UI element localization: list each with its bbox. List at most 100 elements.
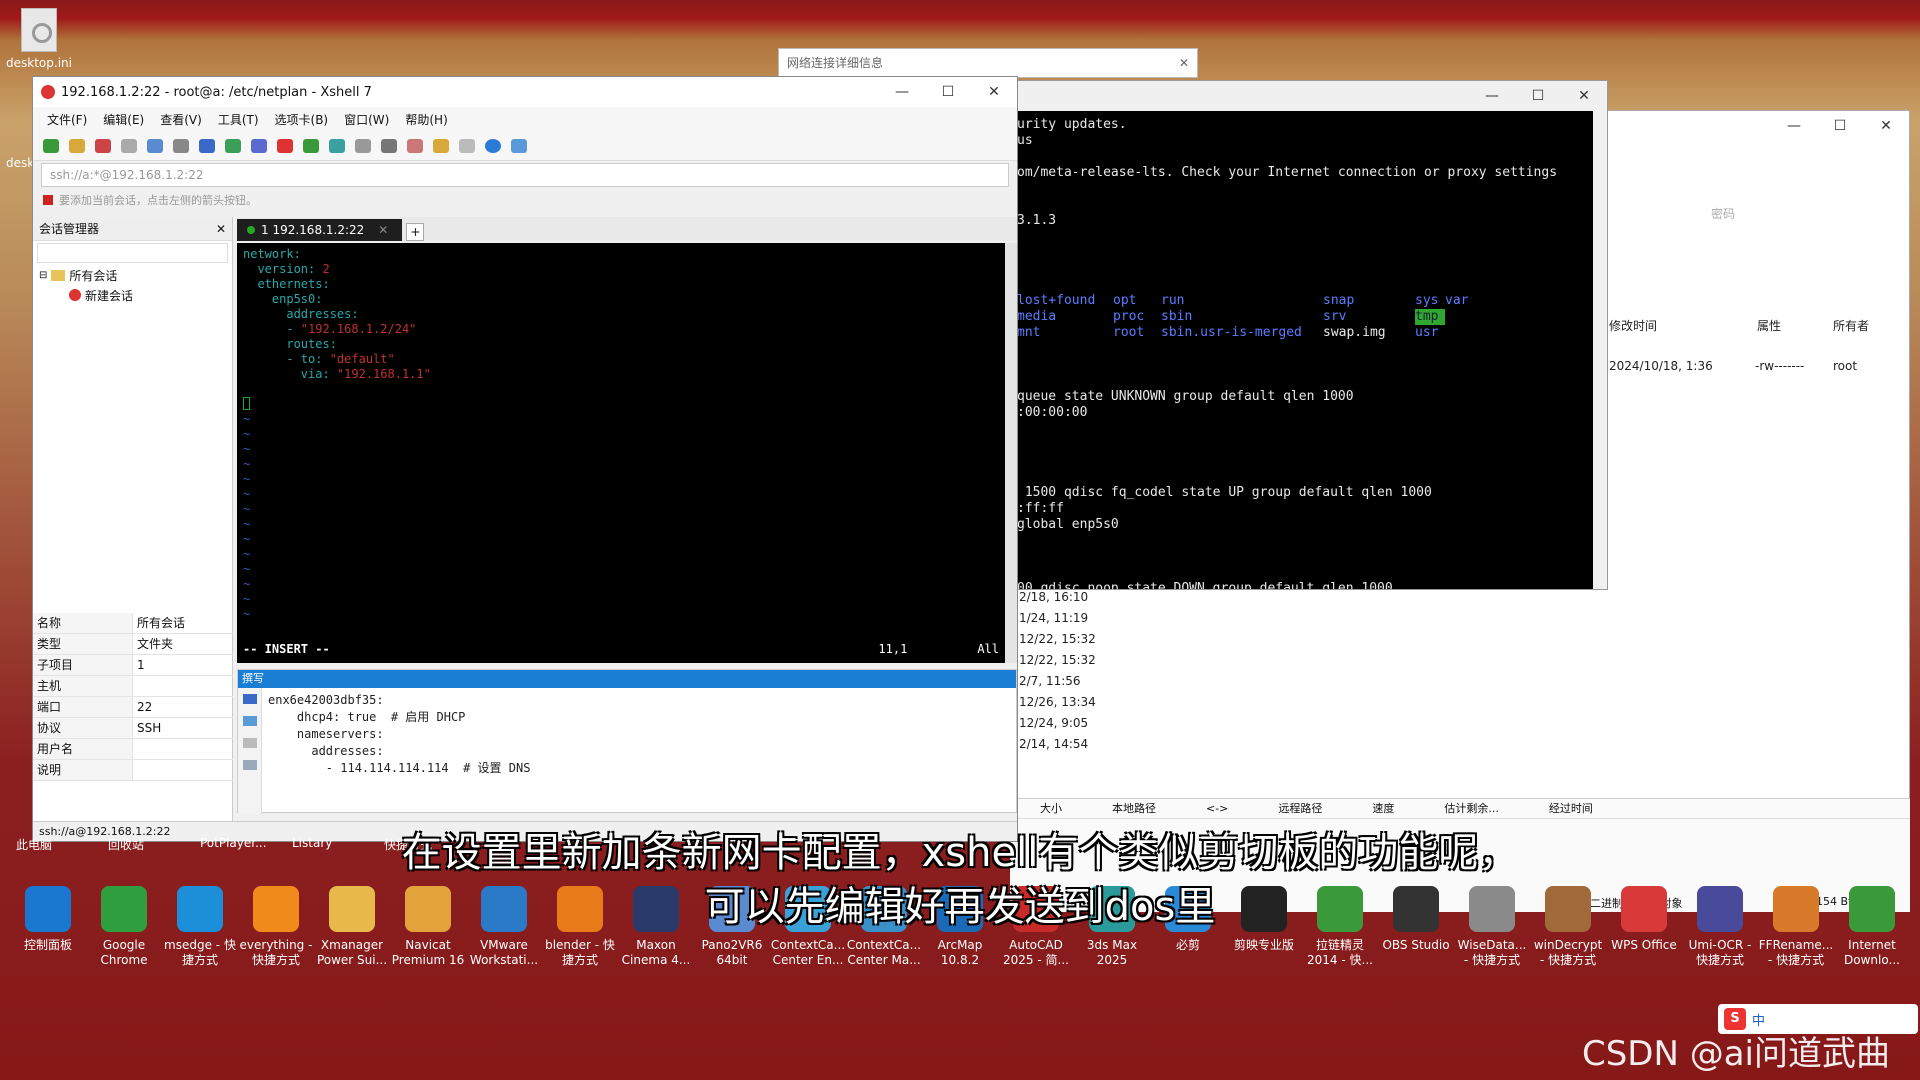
maximize-button[interactable]: ☐ bbox=[1515, 81, 1561, 111]
terminal-line: network: bbox=[243, 247, 301, 261]
help-icon[interactable] bbox=[485, 138, 501, 153]
transfer-icon[interactable] bbox=[303, 138, 319, 153]
undo-icon[interactable] bbox=[242, 716, 257, 726]
minimize-button[interactable]: — bbox=[879, 77, 925, 107]
menu-help[interactable]: 帮助(H) bbox=[405, 111, 447, 128]
session-search-input[interactable] bbox=[37, 243, 228, 263]
menu-tabs[interactable]: 选项卡(B) bbox=[275, 111, 329, 128]
session-manager-header: 会话管理器 ✕ bbox=[33, 217, 232, 241]
dir-entry: mnt bbox=[1017, 325, 1041, 340]
xftp-icon[interactable] bbox=[277, 138, 293, 153]
dir-entry: swap.img bbox=[1323, 325, 1386, 340]
tab-bar: 1 192.168.1.2:22 ✕ + bbox=[237, 217, 1017, 241]
window-title: 192.168.1.2:22 - root@a: /etc/netplan - … bbox=[61, 84, 372, 100]
layout-icon[interactable] bbox=[433, 138, 449, 153]
dir-entry: root bbox=[1113, 325, 1145, 340]
terminal-screen[interactable]: network: version: 2 ethernets: enp5s0: a… bbox=[237, 243, 1005, 663]
col-owner[interactable]: 所有者 bbox=[1833, 317, 1869, 334]
dir-listing-row: lost+found opt run snap sys var bbox=[1017, 293, 1589, 309]
terminal-line: 1500 qdisc fq_codel state UP group defau… bbox=[1017, 485, 1432, 500]
cursor-position: 11,1 bbox=[878, 642, 908, 656]
empty-line: ~ bbox=[243, 562, 251, 576]
redo-icon[interactable] bbox=[242, 738, 257, 748]
list-item[interactable]: 2/18, 16:10 bbox=[1019, 587, 1139, 608]
terminal-output[interactable]: urity updates. us om/meta-release-lts. Ch… bbox=[1011, 111, 1595, 589]
list-item[interactable]: 2/7, 11:56 bbox=[1019, 671, 1139, 692]
history-icon[interactable] bbox=[242, 760, 257, 770]
dir-entry: sbin bbox=[1161, 309, 1193, 324]
desktop-ini-icon[interactable]: desktop.ini bbox=[4, 8, 74, 70]
lock-icon[interactable] bbox=[355, 138, 371, 153]
open-folder-icon[interactable] bbox=[69, 138, 85, 153]
bookmark-icon[interactable] bbox=[43, 195, 53, 205]
empty-line: ~ bbox=[243, 427, 251, 441]
tree-new-session[interactable]: 新建会话 bbox=[33, 285, 232, 305]
col-modified[interactable]: 修改时间 bbox=[1609, 317, 1657, 334]
menu-bar: 文件(F) 编辑(E) 查看(V) 工具(T) 选项卡(B) 窗口(W) 帮助(… bbox=[33, 107, 1017, 131]
table-row: 名称 所有会话 bbox=[33, 613, 233, 634]
list-item[interactable]: 1/24, 11:19 bbox=[1019, 608, 1139, 629]
disconnect-icon[interactable] bbox=[95, 138, 111, 153]
empty-line: ~ bbox=[243, 412, 251, 426]
compose-editor[interactable]: enx6e42003dbf35: dhcp4: true # 启用 DHCP n… bbox=[268, 692, 530, 777]
list-item[interactable]: 12/24, 9:05 bbox=[1019, 713, 1139, 734]
scrollbar[interactable] bbox=[1593, 111, 1607, 589]
menu-edit[interactable]: 编辑(E) bbox=[103, 111, 144, 128]
list-item[interactable]: 12/22, 15:32 bbox=[1019, 650, 1139, 671]
empty-line: ~ bbox=[243, 592, 251, 606]
send-icon[interactable] bbox=[242, 694, 257, 704]
vim-status-line: -- INSERT -- 11,1 All bbox=[243, 642, 999, 657]
globe-icon[interactable] bbox=[225, 138, 241, 153]
menu-file[interactable]: 文件(F) bbox=[47, 111, 87, 128]
tab-session[interactable]: 1 192.168.1.2:22 ✕ bbox=[237, 219, 403, 241]
title-bar: 192.168.1.2:22 - root@a: /etc/netplan - … bbox=[33, 77, 1017, 107]
new-session-icon[interactable] bbox=[43, 138, 59, 153]
close-icon[interactable]: ✕ bbox=[1179, 49, 1189, 77]
session-manager-panel: 会话管理器 ✕ ⊟ 所有会话 新建会话 名称 所有会话 类型 文件夹 子项目 1 主机… bbox=[33, 217, 233, 829]
terminal-line: version: 2 bbox=[243, 262, 330, 276]
reconnect-icon[interactable] bbox=[121, 138, 137, 153]
address-bar[interactable]: ssh://a:*@192.168.1.2:22 bbox=[41, 163, 1009, 187]
list-item[interactable]: 2/14, 14:54 bbox=[1019, 734, 1139, 755]
vim-mode: -- INSERT -- bbox=[243, 642, 330, 656]
fullscreen-icon[interactable] bbox=[329, 138, 345, 153]
password-field[interactable]: 密码 bbox=[1711, 205, 1735, 222]
session-properties: 名称 所有会话 类型 文件夹 子项目 1 主机 端口 22 协议 SSH 用户名 说明 bbox=[33, 613, 233, 781]
add-tab-button[interactable]: + bbox=[406, 223, 425, 241]
list-item[interactable]: 12/26, 13:34 bbox=[1019, 692, 1139, 713]
scrollbar[interactable] bbox=[1005, 243, 1017, 663]
close-icon[interactable]: ✕ bbox=[216, 222, 226, 236]
menu-window[interactable]: 窗口(W) bbox=[344, 111, 389, 128]
chat-icon[interactable] bbox=[511, 138, 527, 153]
dir-entry: srv bbox=[1323, 309, 1347, 324]
close-tab-icon[interactable]: ✕ bbox=[378, 223, 388, 237]
col-attr[interactable]: 属性 bbox=[1757, 317, 1781, 334]
script-icon[interactable] bbox=[407, 138, 423, 153]
close-button[interactable]: ✕ bbox=[1561, 81, 1607, 111]
list-item[interactable]: 12/22, 15:32 bbox=[1019, 629, 1139, 650]
keyboard-icon[interactable] bbox=[381, 138, 397, 153]
menu-view[interactable]: 查看(V) bbox=[160, 111, 202, 128]
split-icon[interactable] bbox=[459, 138, 475, 153]
dir-entry bbox=[1445, 309, 1485, 325]
dir-listing-row: media proc sbin srv tmp bbox=[1017, 309, 1589, 325]
collapse-icon[interactable]: ⊟ bbox=[39, 270, 47, 281]
font-icon[interactable] bbox=[251, 138, 267, 153]
close-button[interactable]: ✕ bbox=[971, 77, 1017, 107]
maximize-button[interactable]: ☐ bbox=[925, 77, 971, 107]
dir-entry: opt bbox=[1113, 293, 1137, 308]
tree-all-sessions[interactable]: ⊟ 所有会话 bbox=[33, 265, 232, 285]
dir-entry: snap bbox=[1323, 293, 1355, 308]
minimize-button[interactable]: — bbox=[1469, 81, 1515, 111]
properties-icon[interactable] bbox=[199, 138, 215, 153]
search-icon[interactable] bbox=[173, 138, 189, 153]
file-row-attr: -rw------- bbox=[1755, 359, 1805, 373]
file-row-time[interactable]: 2024/10/18, 1:36 bbox=[1609, 359, 1713, 373]
copy-icon[interactable] bbox=[147, 138, 163, 153]
menu-tools[interactable]: 工具(T) bbox=[218, 111, 259, 128]
